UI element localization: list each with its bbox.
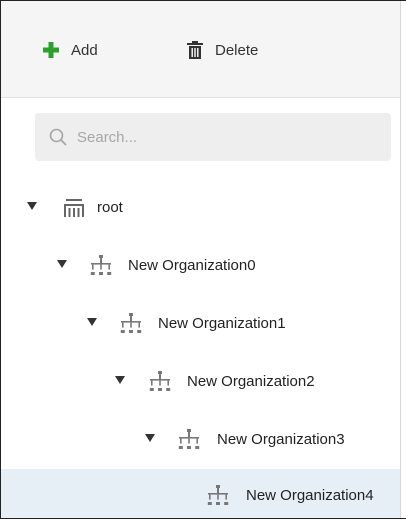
search-input[interactable] <box>77 128 357 146</box>
tree-node-label: New Organization1 <box>158 315 286 332</box>
trash-icon <box>187 41 203 59</box>
tree-node-label: New Organization0 <box>128 257 256 274</box>
caret-down-icon[interactable] <box>87 318 97 326</box>
search-box[interactable] <box>35 113 391 161</box>
org-chart-icon <box>119 313 143 335</box>
org-chart-icon <box>148 371 172 393</box>
add-button[interactable]: Add <box>43 38 98 62</box>
delete-button-label: Delete <box>215 41 259 59</box>
tree-node-org1[interactable]: New Organization1 <box>1 295 400 353</box>
tree-node-label: root <box>97 199 123 216</box>
org-chart-icon <box>206 485 230 507</box>
caret-down-icon[interactable] <box>27 202 37 210</box>
tree-node-org0[interactable]: New Organization0 <box>1 237 400 295</box>
plus-icon <box>43 42 59 58</box>
org-chart-icon <box>177 429 201 451</box>
delete-button[interactable]: Delete <box>187 38 258 62</box>
caret-down-icon[interactable] <box>145 434 155 442</box>
building-icon <box>63 199 85 217</box>
add-button-label: Add <box>71 41 98 59</box>
tree-node-label: New Organization4 <box>246 487 374 504</box>
org-chart-icon <box>89 255 113 277</box>
caret-down-icon[interactable] <box>57 260 67 268</box>
tree-node-org3[interactable]: New Organization3 <box>1 411 400 469</box>
tree-node-label: New Organization3 <box>217 431 345 448</box>
organization-panel: Add Delete Search... root New Organizati… <box>0 0 406 519</box>
tree-node-org4[interactable]: New Organization4 <box>1 469 400 518</box>
toolbar: Add Delete <box>1 1 400 98</box>
tree-node-root[interactable]: root <box>1 179 400 237</box>
panel-divider <box>400 1 401 518</box>
tree-node-label: New Organization2 <box>187 373 315 390</box>
caret-down-icon[interactable] <box>115 376 125 384</box>
search-icon <box>49 128 67 146</box>
tree-node-org2[interactable]: New Organization2 <box>1 353 400 411</box>
